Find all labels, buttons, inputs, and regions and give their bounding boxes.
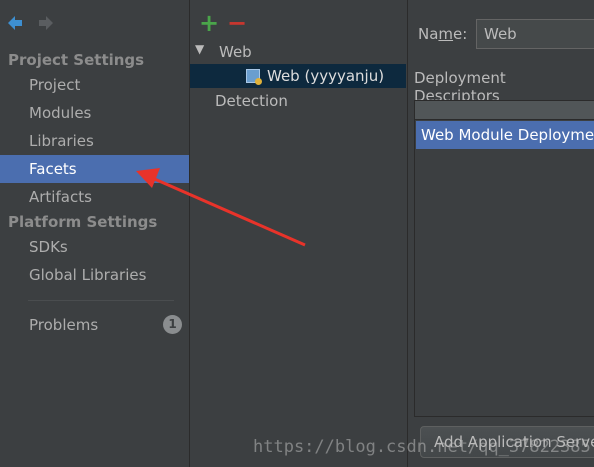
settings-sidebar: Project Settings Project Modules Librari… — [0, 0, 190, 467]
sidebar-item-artifacts[interactable]: Artifacts — [0, 183, 189, 211]
remove-facet-button[interactable]: − — [227, 11, 247, 35]
expand-triangle-icon[interactable]: ▼ — [195, 42, 204, 56]
back-arrow-icon[interactable] — [6, 14, 24, 32]
sidebar-divider — [28, 300, 174, 301]
facets-tree-panel: + − ▼ Web Web (yyyyanju) Detection — [190, 0, 408, 467]
sidebar-item-project[interactable]: Project — [0, 71, 189, 99]
facet-details-panel: Name: Web Deployment Descriptors Web Mod… — [408, 0, 594, 467]
tree-node-label: Web (yyyyanju) — [267, 67, 385, 85]
tree-node-web[interactable]: Web — [219, 40, 252, 64]
watermark-text: https://blog.csdn.net/qq_37822385 — [253, 437, 591, 457]
tree-node-web-yyyyanju[interactable]: Web (yyyyanju) — [190, 64, 406, 88]
sidebar-item-modules[interactable]: Modules — [0, 99, 189, 127]
table-row[interactable]: Web Module Deployment Descriptor — [416, 121, 594, 149]
sidebar-item-facets[interactable]: Facets — [0, 155, 189, 183]
deployment-descriptors-table: Web Module Deployment Descriptor — [414, 100, 594, 417]
sidebar-item-sdks[interactable]: SDKs — [0, 233, 189, 261]
name-label: Name: — [418, 25, 468, 43]
sidebar-item-problems[interactable]: Problems — [0, 311, 189, 339]
web-facet-icon — [246, 69, 262, 85]
sidebar-item-libraries[interactable]: Libraries — [0, 127, 189, 155]
section-platform-settings: Platform Settings — [8, 213, 158, 231]
tree-node-detection[interactable]: Detection — [215, 89, 288, 113]
problems-count-badge: 1 — [163, 315, 182, 334]
add-facet-button[interactable]: + — [199, 11, 219, 35]
sidebar-item-global-libraries[interactable]: Global Libraries — [0, 261, 189, 289]
name-input[interactable]: Web — [476, 19, 594, 49]
table-header — [415, 101, 594, 120]
section-project-settings: Project Settings — [8, 51, 145, 69]
forward-arrow-icon[interactable] — [37, 14, 55, 32]
